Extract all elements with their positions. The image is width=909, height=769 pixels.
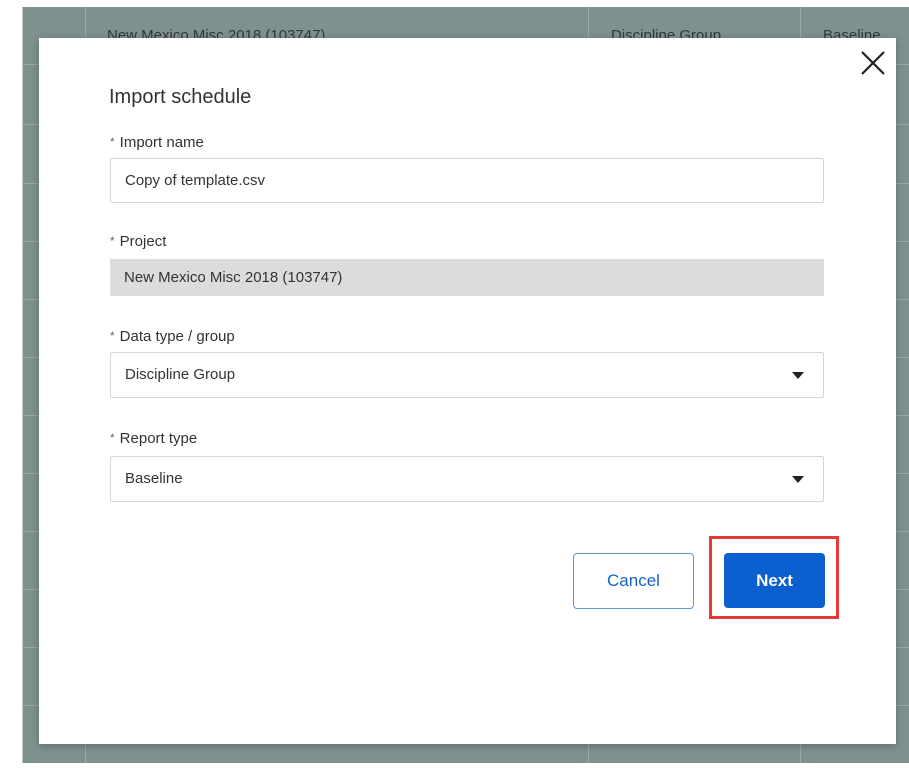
data-type-select[interactable]: Discipline Group	[110, 352, 824, 398]
cancel-button[interactable]: Cancel	[573, 553, 694, 609]
import-name-label: * Import name	[110, 134, 204, 151]
next-button[interactable]: Next	[724, 553, 825, 608]
report-type-select[interactable]: Baseline	[110, 456, 824, 502]
project-label-text: Project	[119, 233, 167, 250]
project-readonly-field: New Mexico Misc 2018 (103747)	[110, 259, 824, 296]
required-marker: *	[110, 135, 115, 149]
data-type-label: * Data type / group	[110, 328, 235, 345]
import-name-label-text: Import name	[119, 134, 204, 151]
screenshot-frame: New Mexico Misc 2018 (103747) Discipline…	[0, 0, 909, 769]
data-type-label-text: Data type / group	[119, 328, 235, 345]
import-name-input[interactable]	[110, 158, 824, 203]
caret-down-icon	[792, 476, 804, 483]
report-type-label-text: Report type	[119, 430, 198, 447]
project-label: * Project	[110, 233, 166, 250]
dialog-title: Import schedule	[109, 86, 252, 108]
required-marker: *	[110, 234, 115, 248]
close-dialog-button[interactable]	[856, 46, 890, 80]
report-type-selected-value: Baseline	[125, 470, 183, 487]
import-schedule-dialog: Import schedule * Import name * Project Ne…	[39, 38, 896, 744]
required-marker: *	[110, 329, 115, 343]
data-type-selected-value: Discipline Group	[125, 366, 236, 383]
close-icon	[861, 51, 885, 75]
caret-down-icon	[792, 372, 804, 379]
required-marker: *	[110, 431, 115, 445]
report-type-label: * Report type	[110, 430, 197, 447]
